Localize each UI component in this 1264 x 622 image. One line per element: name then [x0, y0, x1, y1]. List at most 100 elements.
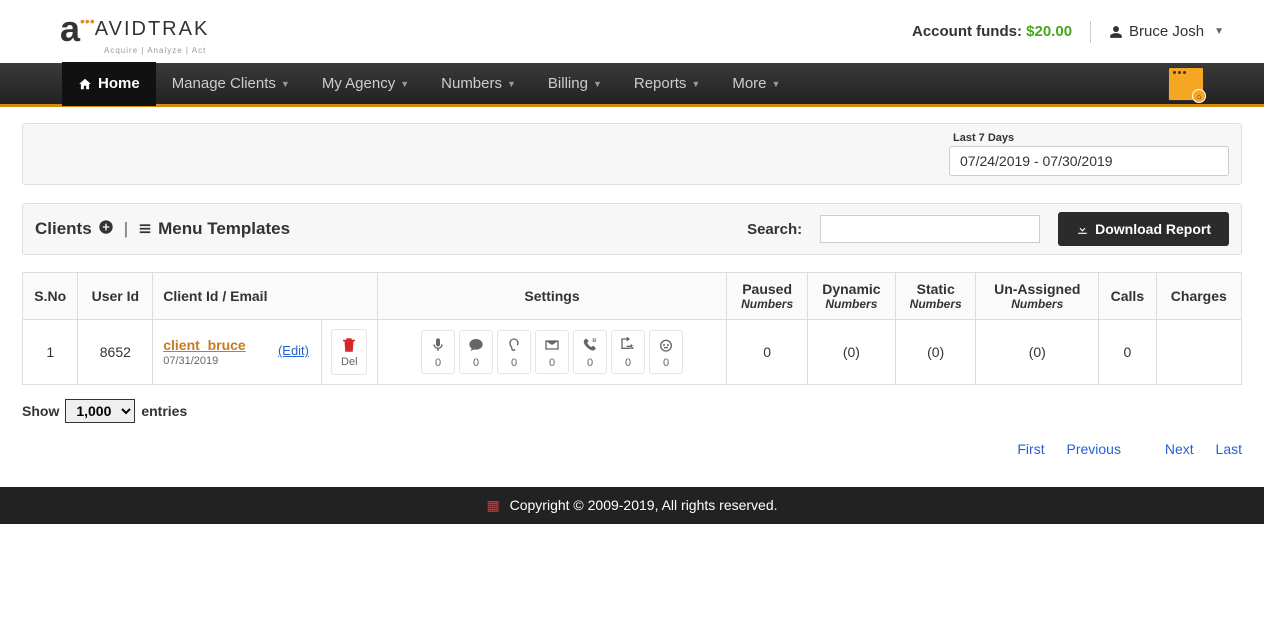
nav-label: Home: [98, 75, 140, 92]
mail-setting[interactable]: 0: [535, 330, 569, 374]
chevron-down-icon: ▼: [772, 79, 781, 89]
chevron-down-icon: ▼: [593, 79, 602, 89]
nav-billing[interactable]: Billing ▼: [532, 62, 618, 106]
page-first[interactable]: First: [1017, 441, 1044, 457]
search-label: Search:: [747, 221, 802, 238]
col-sno: S.No: [23, 273, 78, 320]
delete-button[interactable]: Del: [331, 329, 367, 375]
logo[interactable]: a ••• AVIDTRAK Acquire | Analyze | Act: [60, 8, 209, 55]
user-name: Bruce Josh: [1129, 23, 1204, 40]
user-menu[interactable]: Bruce Josh ▼: [1109, 23, 1224, 40]
col-client: Client Id / Email: [153, 273, 377, 320]
chevron-down-icon: ▼: [1214, 26, 1224, 37]
cell-charges: [1156, 320, 1241, 385]
pagination: First Previous Next Last: [22, 441, 1242, 457]
col-dynamic: DynamicNumbers: [807, 273, 895, 320]
cell-user-id: 8652: [78, 320, 153, 385]
download-report-button[interactable]: Download Report: [1058, 212, 1229, 246]
account-funds: Account funds: $20.00: [912, 23, 1072, 40]
nav-label: Billing: [548, 75, 588, 92]
show-label: Show: [22, 403, 59, 419]
top-bar: a ••• AVIDTRAK Acquire | Analyze | Act A…: [0, 0, 1264, 63]
funds-amount: $20.00: [1026, 23, 1072, 40]
ear-setting[interactable]: 0: [497, 330, 531, 374]
chevron-down-icon: ▼: [400, 79, 409, 89]
divider: [1090, 21, 1091, 43]
date-filter-label: Last 7 Days: [949, 132, 1229, 144]
page-previous[interactable]: Previous: [1066, 441, 1120, 457]
robot-setting[interactable]: 0: [649, 330, 683, 374]
table-row: 1 8652 client_bruce (Edit) 07/31/2019 De…: [23, 320, 1242, 385]
logo-brand: AVIDTRAK: [95, 18, 210, 41]
phone-forward-icon: [620, 337, 636, 353]
chevron-down-icon: ▼: [507, 79, 516, 89]
search-input[interactable]: [820, 215, 1040, 243]
nav-label: My Agency: [322, 75, 395, 92]
nav-label: Manage Clients: [172, 75, 276, 92]
date-range-input[interactable]: [949, 146, 1229, 176]
grid-icon: ▦: [486, 497, 499, 513]
envelope-icon: [544, 337, 560, 353]
nav-label: Numbers: [441, 75, 502, 92]
cell-dynamic: (0): [807, 320, 895, 385]
table-header-row: S.No User Id Client Id / Email Settings …: [23, 273, 1242, 320]
chevron-down-icon: ▼: [691, 79, 700, 89]
home-badge-icon: ⌂: [1192, 89, 1206, 103]
col-static: StaticNumbers: [896, 273, 976, 320]
trash-icon: [340, 336, 358, 354]
callerid-setting[interactable]: 0: [573, 330, 607, 374]
col-settings: Settings: [377, 273, 727, 320]
download-icon: [1076, 223, 1089, 236]
date-filter-panel: Last 7 Days: [22, 123, 1242, 185]
microphone-icon: [430, 337, 446, 353]
quick-home-widget[interactable]: ⌂: [1168, 67, 1204, 101]
chat-icon: [468, 337, 484, 353]
nav-my-agency[interactable]: My Agency ▼: [306, 62, 425, 106]
nav-numbers[interactable]: Numbers ▼: [425, 62, 532, 106]
robot-icon: [658, 337, 674, 353]
forward-setting[interactable]: 0: [611, 330, 645, 374]
ear-icon: [506, 337, 522, 353]
nav-manage-clients[interactable]: Manage Clients ▼: [156, 62, 306, 106]
logo-tagline: Acquire | Analyze | Act: [104, 46, 209, 55]
entries-select[interactable]: 1,000: [65, 399, 135, 423]
user-icon: [1109, 25, 1123, 39]
col-paused: PausedNumbers: [727, 273, 807, 320]
settings-icons: 0 0 0 0 0 0 0: [388, 330, 717, 374]
entries-suffix: entries: [141, 403, 187, 419]
client-link[interactable]: client_bruce: [163, 337, 245, 353]
nav-label: Reports: [634, 75, 687, 92]
logo-dots-icon: •••: [80, 13, 95, 29]
edit-link[interactable]: (Edit): [278, 343, 309, 358]
home-icon: [78, 77, 92, 91]
main-nav: Home Manage Clients ▼ My Agency ▼ Numbers ▼…: [0, 63, 1264, 107]
cell-sno: 1: [23, 320, 78, 385]
cell-unassigned: (0): [976, 320, 1099, 385]
page-next[interactable]: Next: [1165, 441, 1194, 457]
page-last[interactable]: Last: [1216, 441, 1242, 457]
chat-setting[interactable]: 0: [459, 330, 493, 374]
nav-home[interactable]: Home: [62, 62, 156, 106]
cell-paused: 0: [727, 320, 807, 385]
col-calls: Calls: [1099, 273, 1156, 320]
separator: |: [124, 219, 128, 239]
add-client-button[interactable]: [98, 219, 114, 240]
nav-label: More: [732, 75, 766, 92]
section-header: Clients | Menu Templates Search: Downloa…: [22, 203, 1242, 255]
cell-calls: 0: [1099, 320, 1156, 385]
del-label: Del: [340, 356, 358, 368]
mic-setting[interactable]: 0: [421, 330, 455, 374]
phone-id-icon: [582, 337, 598, 353]
col-charges: Charges: [1156, 273, 1241, 320]
list-icon: [138, 222, 152, 236]
copyright: Copyright © 2009-2019, All rights reserv…: [510, 497, 778, 513]
menu-templates-link[interactable]: Menu Templates: [158, 219, 290, 239]
clients-heading: Clients: [35, 219, 92, 239]
funds-label: Account funds:: [912, 23, 1022, 40]
col-user-id: User Id: [78, 273, 153, 320]
clients-table: S.No User Id Client Id / Email Settings …: [22, 272, 1242, 385]
chevron-down-icon: ▼: [281, 79, 290, 89]
nav-more[interactable]: More ▼: [716, 62, 796, 106]
nav-reports[interactable]: Reports ▼: [618, 62, 716, 106]
col-unassigned: Un-AssignedNumbers: [976, 273, 1099, 320]
